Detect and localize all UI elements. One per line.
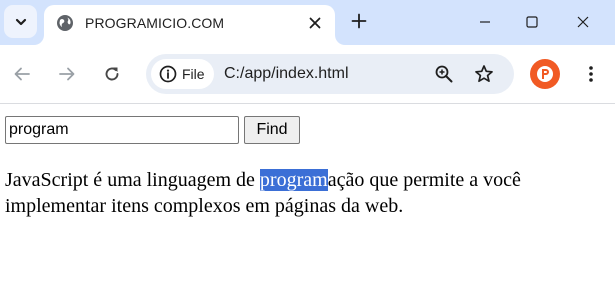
search-highlight: program bbox=[259, 169, 328, 191]
browser-menu-button[interactable] bbox=[576, 59, 606, 89]
reload-icon bbox=[105, 67, 119, 81]
reload-button[interactable] bbox=[97, 59, 127, 89]
star-icon bbox=[475, 65, 493, 83]
tab-title: PROGRAMICIO.COM bbox=[85, 15, 225, 31]
window-close-button[interactable] bbox=[560, 0, 606, 43]
profile-avatar[interactable] bbox=[530, 59, 560, 89]
site-chip-label: File bbox=[182, 66, 205, 82]
browser-tab[interactable]: PROGRAMICIO.COM bbox=[44, 5, 335, 45]
zoom-icon bbox=[435, 65, 453, 83]
profile-logo-icon bbox=[537, 66, 553, 82]
arrow-right-icon bbox=[59, 67, 75, 81]
new-tab-button[interactable] bbox=[345, 7, 373, 35]
kebab-menu-icon bbox=[589, 66, 593, 82]
content-paragraph: JavaScript é uma linguagem de programaçã… bbox=[5, 167, 605, 219]
back-button[interactable] bbox=[7, 59, 37, 89]
tab-search-button[interactable] bbox=[4, 5, 37, 38]
page-content: Find JavaScript é uma linguagem de progr… bbox=[0, 105, 615, 286]
site-info-chip[interactable]: File bbox=[151, 59, 214, 89]
browser-toolbar: File C:/app/index.html bbox=[0, 45, 615, 104]
maximize-icon bbox=[526, 15, 538, 28]
url-text[interactable]: C:/app/index.html bbox=[224, 65, 349, 83]
zoom-button[interactable] bbox=[432, 62, 456, 86]
tab-strip: PROGRAMICIO.COM bbox=[0, 0, 615, 45]
close-icon bbox=[577, 16, 589, 27]
paragraph-text-before: JavaScript é uma linguagem de bbox=[5, 169, 260, 191]
minimize-icon bbox=[480, 20, 490, 23]
tab-close-button[interactable] bbox=[303, 11, 327, 35]
minimize-button[interactable] bbox=[462, 0, 508, 43]
bookmark-button[interactable] bbox=[472, 62, 496, 86]
arrow-left-icon bbox=[14, 67, 30, 81]
globe-icon bbox=[57, 15, 73, 31]
forward-button[interactable] bbox=[52, 59, 82, 89]
find-button[interactable]: Find bbox=[244, 116, 300, 144]
plus-icon bbox=[351, 13, 367, 29]
close-icon bbox=[309, 17, 321, 29]
search-input[interactable] bbox=[5, 116, 239, 144]
info-icon bbox=[159, 65, 177, 83]
maximize-button[interactable] bbox=[509, 0, 555, 43]
address-bar[interactable]: File C:/app/index.html bbox=[146, 54, 514, 94]
chevron-down-icon bbox=[15, 18, 26, 25]
